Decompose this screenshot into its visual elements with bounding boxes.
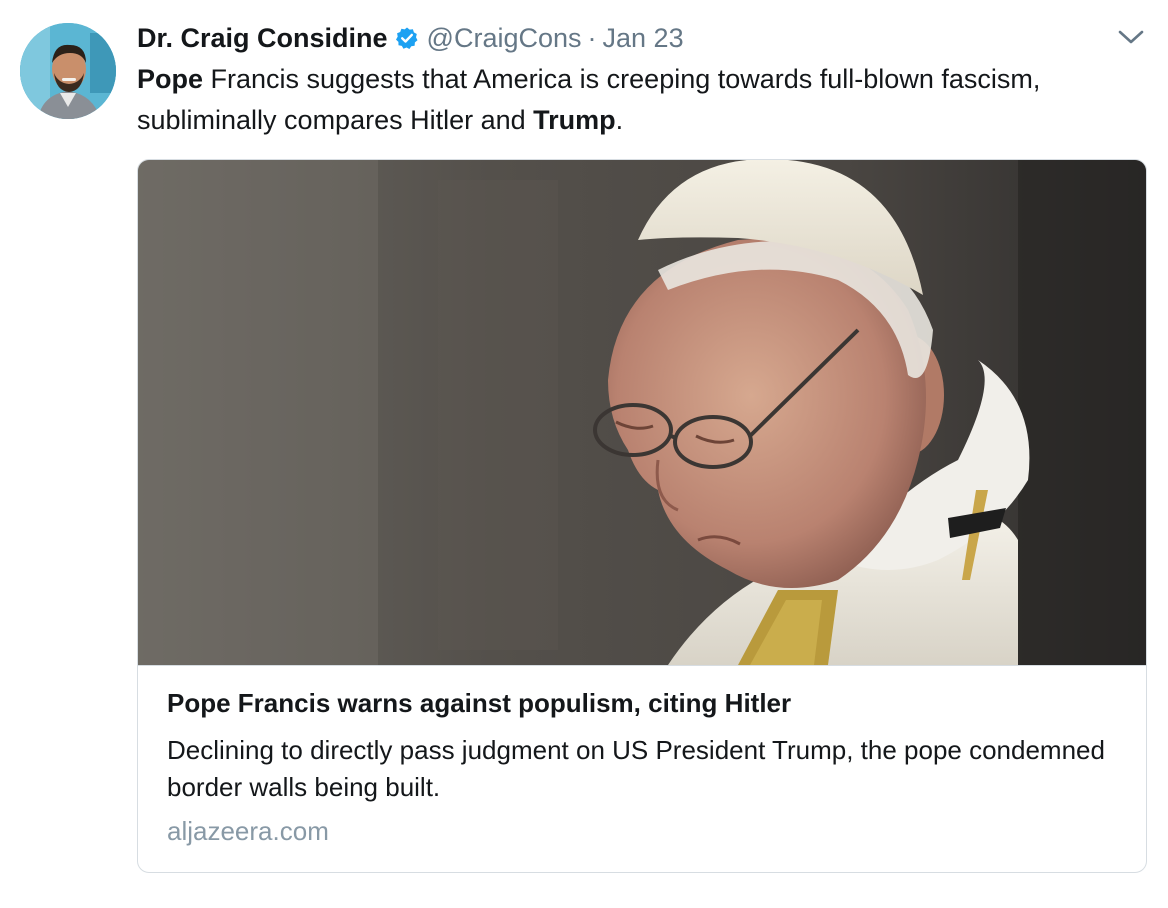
tweet-text-bold: Trump: [533, 105, 616, 135]
card-domain: aljazeera.com: [167, 816, 329, 846]
tweet[interactable]: Dr. Craig Considine @CraigCons · Jan 23 …: [0, 0, 1168, 908]
card-description: Declining to directly pass judgment on U…: [167, 735, 1105, 802]
tweet-text-span: .: [615, 105, 624, 135]
separator-dot: ·: [587, 22, 597, 53]
link-card[interactable]: Pope Francis warns against populism, cit…: [137, 159, 1147, 873]
display-name[interactable]: Dr. Craig Considine: [137, 23, 388, 54]
pope-francis-photo[interactable]: [138, 160, 1146, 666]
tweet-header: Dr. Craig Considine @CraigCons · Jan 23: [137, 20, 684, 56]
verified-badge-icon: [395, 26, 419, 50]
tweet-text: Pope Francis suggests that America is cr…: [137, 59, 1137, 141]
tweet-date[interactable]: Jan 23: [603, 23, 684, 54]
avatar[interactable]: [20, 23, 116, 119]
card-title[interactable]: Pope Francis warns against populism, cit…: [167, 688, 791, 719]
tweet-text-bold: Pope: [137, 64, 204, 94]
user-handle[interactable]: @CraigCons: [427, 23, 582, 54]
chevron-down-icon[interactable]: [1117, 26, 1145, 48]
